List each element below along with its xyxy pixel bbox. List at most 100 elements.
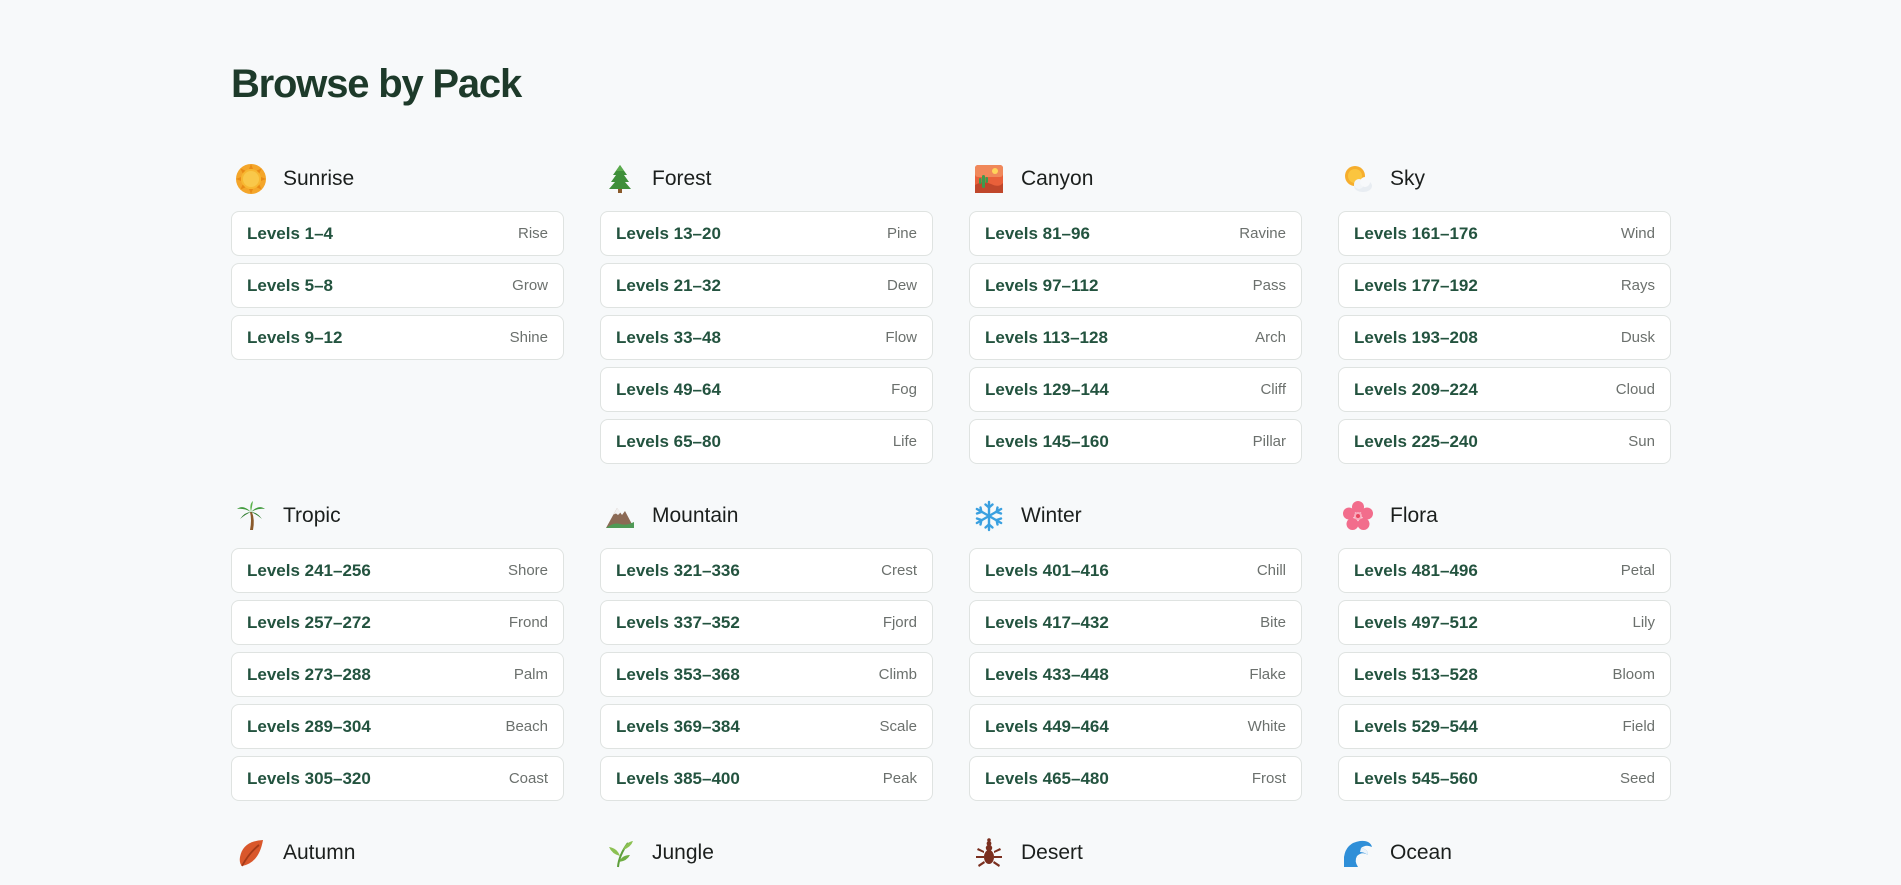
level-tag: Palm bbox=[513, 666, 548, 683]
level-range-label: Levels 449–464 bbox=[985, 716, 1109, 736]
level-range-button[interactable]: Levels 97–112 Pass bbox=[969, 263, 1302, 308]
level-range-button[interactable]: Levels 385–400 Peak bbox=[600, 756, 933, 801]
level-range-button[interactable]: Levels 401–416 Chill bbox=[969, 548, 1302, 593]
level-range-button[interactable]: Levels 497–512 Lily bbox=[1338, 600, 1671, 645]
level-range-button[interactable]: Levels 161–176 Wind bbox=[1338, 211, 1671, 256]
level-tag: Life bbox=[892, 433, 917, 450]
level-tag: Rise bbox=[517, 225, 548, 242]
level-range-button[interactable]: Levels 21–32 Dew bbox=[600, 263, 933, 308]
level-range-button[interactable]: Levels 289–304 Beach bbox=[231, 704, 564, 749]
pack-header: Sunrise bbox=[231, 158, 564, 200]
level-range-label: Levels 145–160 bbox=[985, 431, 1109, 451]
level-list: Levels 81–96 Ravine Levels 97–112 Pass Level… bbox=[969, 211, 1302, 464]
pack-header: Sky bbox=[1338, 158, 1671, 200]
level-range-button[interactable]: Levels 81–96 Ravine bbox=[969, 211, 1302, 256]
level-range-label: Levels 177–192 bbox=[1354, 275, 1478, 295]
level-range-button[interactable]: Levels 369–384 Scale bbox=[600, 704, 933, 749]
level-tag: Flake bbox=[1249, 666, 1286, 683]
level-list: Levels 481–496 Petal Levels 497–512 Lily Lev… bbox=[1338, 548, 1671, 801]
level-tag: Rays bbox=[1620, 277, 1655, 294]
level-range-label: Levels 81–96 bbox=[985, 223, 1090, 243]
level-tag: Dusk bbox=[1620, 329, 1655, 346]
level-range-label: Levels 513–528 bbox=[1354, 664, 1478, 684]
level-range-button[interactable]: Levels 13–20 Pine bbox=[600, 211, 933, 256]
level-tag: Lily bbox=[1632, 614, 1655, 631]
pack-name: Autumn bbox=[283, 841, 356, 864]
level-range-button[interactable]: Levels 241–256 Shore bbox=[231, 548, 564, 593]
level-tag: Arch bbox=[1255, 329, 1286, 346]
level-tag: Shine bbox=[509, 329, 548, 346]
level-range-button[interactable]: Levels 545–560 Seed bbox=[1338, 756, 1671, 801]
pack-header: Forest bbox=[600, 158, 933, 200]
level-range-button[interactable]: Levels 5–8 Grow bbox=[231, 263, 564, 308]
level-range-button[interactable]: Levels 513–528 Bloom bbox=[1338, 652, 1671, 697]
level-range-button[interactable]: Levels 529–544 Field bbox=[1338, 704, 1671, 749]
level-range-button[interactable]: Levels 177–192 Rays bbox=[1338, 263, 1671, 308]
level-tag: Grow bbox=[512, 277, 548, 294]
level-range-button[interactable]: Levels 337–352 Fjord bbox=[600, 600, 933, 645]
level-tag: Frond bbox=[508, 614, 548, 631]
level-range-button[interactable]: Levels 417–432 Bite bbox=[969, 600, 1302, 645]
level-range-button[interactable]: Levels 481–496 Petal bbox=[1338, 548, 1671, 593]
level-tag: Bloom bbox=[1612, 666, 1655, 683]
level-range-button[interactable]: Levels 145–160 Pillar bbox=[969, 419, 1302, 464]
level-range-label: Levels 529–544 bbox=[1354, 716, 1478, 736]
level-range-label: Levels 337–352 bbox=[616, 612, 740, 632]
level-range-label: Levels 321–336 bbox=[616, 560, 740, 580]
level-range-button[interactable]: Levels 129–144 Cliff bbox=[969, 367, 1302, 412]
level-range-button[interactable]: Levels 9–12 Shine bbox=[231, 315, 564, 360]
pack-header: Tropic bbox=[231, 495, 564, 537]
level-range-button[interactable]: Levels 465–480 Frost bbox=[969, 756, 1302, 801]
level-range-label: Levels 401–416 bbox=[985, 560, 1109, 580]
evergreen-tree-icon bbox=[602, 161, 638, 197]
level-range-label: Levels 209–224 bbox=[1354, 379, 1478, 399]
pack-name: Desert bbox=[1021, 841, 1083, 864]
level-range-button[interactable]: Levels 273–288 Palm bbox=[231, 652, 564, 697]
level-range-button[interactable]: Levels 449–464 White bbox=[969, 704, 1302, 749]
pack-name: Tropic bbox=[283, 504, 341, 527]
level-range-button[interactable]: Levels 321–336 Crest bbox=[600, 548, 933, 593]
level-range-label: Levels 481–496 bbox=[1354, 560, 1478, 580]
level-tag: Coast bbox=[508, 770, 548, 787]
level-range-label: Levels 193–208 bbox=[1354, 327, 1478, 347]
level-tag: Bite bbox=[1260, 614, 1286, 631]
level-range-label: Levels 433–448 bbox=[985, 664, 1109, 684]
browse-page: Browse by Pack Sunrise Levels 1–4 Rise Leve… bbox=[0, 0, 1901, 868]
level-tag: Wind bbox=[1620, 225, 1655, 242]
level-range-button[interactable]: Levels 257–272 Frond bbox=[231, 600, 564, 645]
level-tag: Flow bbox=[885, 329, 917, 346]
pack-name: Forest bbox=[652, 167, 712, 190]
level-range-label: Levels 385–400 bbox=[616, 768, 740, 788]
level-list: Levels 401–416 Chill Levels 417–432 Bite Lev… bbox=[969, 548, 1302, 801]
level-range-button[interactable]: Levels 49–64 Fog bbox=[600, 367, 933, 412]
cherry-blossom-icon bbox=[1340, 498, 1376, 534]
pack-header: Desert bbox=[969, 832, 1302, 874]
level-range-label: Levels 33–48 bbox=[616, 327, 721, 347]
level-tag: Climb bbox=[878, 666, 917, 683]
level-list: Levels 13–20 Pine Levels 21–32 Dew Levels 33… bbox=[600, 211, 933, 464]
level-range-button[interactable]: Levels 1–4 Rise bbox=[231, 211, 564, 256]
level-list: Levels 241–256 Shore Levels 257–272 Frond Le… bbox=[231, 548, 564, 801]
level-range-label: Levels 225–240 bbox=[1354, 431, 1478, 451]
level-range-button[interactable]: Levels 353–368 Climb bbox=[600, 652, 933, 697]
level-range-button[interactable]: Levels 33–48 Flow bbox=[600, 315, 933, 360]
level-list: Levels 321–336 Crest Levels 337–352 Fjord Le… bbox=[600, 548, 933, 801]
level-range-button[interactable]: Levels 225–240 Sun bbox=[1338, 419, 1671, 464]
level-range-button[interactable]: Levels 433–448 Flake bbox=[969, 652, 1302, 697]
level-tag: Crest bbox=[881, 562, 917, 579]
pack-name: Winter bbox=[1021, 504, 1082, 527]
pack-grid: Sunrise Levels 1–4 Rise Levels 5–8 Grow Level… bbox=[231, 158, 1671, 885]
level-tag: Peak bbox=[882, 770, 917, 787]
level-range-button[interactable]: Levels 65–80 Life bbox=[600, 419, 933, 464]
pack-name: Sunrise bbox=[283, 167, 355, 190]
level-tag: Shore bbox=[507, 562, 548, 579]
pack-name: Sky bbox=[1390, 167, 1426, 190]
level-tag: Cliff bbox=[1260, 381, 1286, 398]
level-range-button[interactable]: Levels 113–128 Arch bbox=[969, 315, 1302, 360]
level-range-button[interactable]: Levels 193–208 Dusk bbox=[1338, 315, 1671, 360]
pack-header: Flora bbox=[1338, 495, 1671, 537]
level-range-button[interactable]: Levels 305–320 Coast bbox=[231, 756, 564, 801]
pack-desert: Desert bbox=[969, 832, 1302, 885]
level-range-button[interactable]: Levels 209–224 Cloud bbox=[1338, 367, 1671, 412]
level-tag: Cloud bbox=[1615, 381, 1655, 398]
